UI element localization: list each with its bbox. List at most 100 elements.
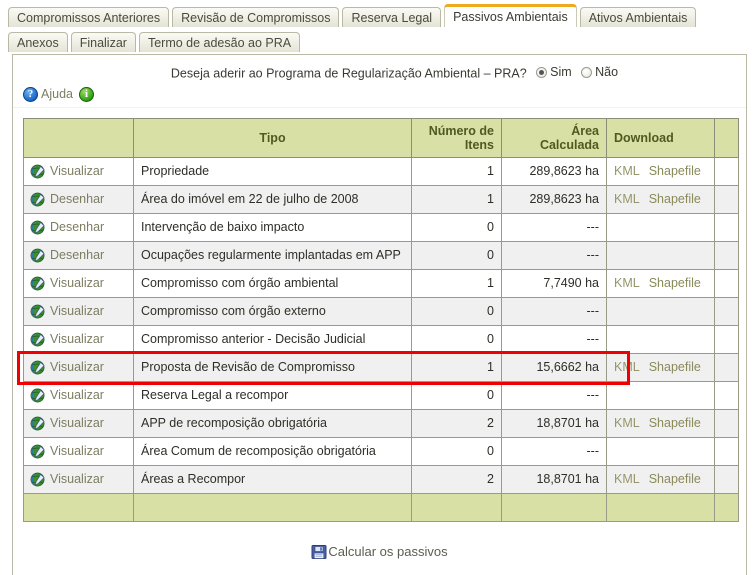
tab-label: Finalizar <box>79 36 127 50</box>
action-link[interactable]: Visualizar <box>50 332 104 346</box>
cell-tipo: Áreas a Recompor <box>133 464 412 494</box>
tab-finalizar[interactable]: Finalizar <box>70 32 136 52</box>
cell-spacer <box>714 464 739 494</box>
ajuda-link[interactable]: Ajuda <box>41 87 73 101</box>
tab-passivos-ambientais[interactable]: Passivos Ambientais <box>444 4 577 27</box>
action-link[interactable]: Visualizar <box>50 416 104 430</box>
shapefile-download-link[interactable]: Shapefile <box>649 276 701 290</box>
cell-area-calculada: --- <box>501 296 607 326</box>
cell-area-calculada: --- <box>501 324 607 354</box>
action-link[interactable]: Desenhar <box>50 248 104 262</box>
radio-nao-input[interactable] <box>581 66 593 78</box>
info-circle-icon[interactable]: i <box>78 86 94 102</box>
tab-revis-o-de-compromissos[interactable]: Revisão de Compromissos <box>172 7 340 27</box>
cell-action[interactable]: Visualizar <box>23 296 134 326</box>
cell-action[interactable]: Desenhar <box>23 240 134 270</box>
cell-area-calculada: 15,6662 ha <box>501 352 607 382</box>
header-tipo: Tipo <box>133 117 412 158</box>
passivos-ambientais-panel: Deseja aderir ao Programa de Regularizaç… <box>12 54 747 575</box>
shapefile-download-link[interactable]: Shapefile <box>649 416 701 430</box>
cell-action[interactable]: Desenhar <box>23 212 134 242</box>
kml-download-link[interactable]: KML <box>614 416 640 430</box>
radio-nao-label: Não <box>595 65 619 79</box>
cell-spacer <box>714 184 739 214</box>
tab-label: Passivos Ambientais <box>453 10 568 24</box>
shapefile-download-link[interactable]: Shapefile <box>649 164 701 178</box>
table-row: Visualizar Área Comum de recomposição obr… <box>23 436 739 466</box>
cell-action[interactable]: Visualizar <box>23 268 134 298</box>
action-link[interactable]: Visualizar <box>50 164 104 178</box>
table-row: Desenhar Ocupações regularmente implantad… <box>23 240 739 270</box>
cell-numero-itens: 0 <box>411 240 502 270</box>
tab-termo-de-ades-o-ao-pra[interactable]: Termo de adesão ao PRA <box>138 32 301 52</box>
table-footer-row <box>23 492 739 522</box>
action-link[interactable]: Visualizar <box>50 360 104 374</box>
action-link[interactable]: Visualizar <box>50 276 104 290</box>
shapefile-download-link[interactable]: Shapefile <box>649 360 701 374</box>
passivos-table: Tipo Número de Itens Área Calculada Down… <box>23 117 739 522</box>
kml-download-link[interactable]: KML <box>614 192 640 206</box>
shapefile-download-link[interactable]: Shapefile <box>649 192 701 206</box>
cell-tipo: Área do imóvel em 22 de julho de 2008 <box>133 184 412 214</box>
kml-download-link[interactable]: KML <box>614 164 640 178</box>
shapefile-download-link[interactable]: Shapefile <box>649 472 701 486</box>
tab-compromissos-anteriores[interactable]: Compromissos Anteriores <box>8 7 170 27</box>
kml-download-link[interactable]: KML <box>614 276 640 290</box>
cell-spacer <box>714 324 739 354</box>
cell-area-calculada: --- <box>501 212 607 242</box>
cell-download <box>606 436 715 466</box>
table-row: Visualizar Proposta de Revisão de Comprom… <box>23 352 739 382</box>
calcular-passivos-button[interactable]: Calcular os passivos <box>13 544 746 560</box>
table-row: Desenhar Intervenção de baixo impacto 0 --- <box>23 212 739 242</box>
cell-area-calculada: --- <box>501 436 607 466</box>
kml-download-link[interactable]: KML <box>614 360 640 374</box>
header-numero: Número de Itens <box>411 117 502 158</box>
action-link[interactable]: Visualizar <box>50 304 104 318</box>
question-circle-icon[interactable]: ? <box>23 86 38 102</box>
globe-map-icon <box>30 164 45 178</box>
cell-action[interactable]: Visualizar <box>23 436 134 466</box>
cell-action[interactable]: Visualizar <box>23 352 134 382</box>
tab-reserva-legal[interactable]: Reserva Legal <box>342 7 442 27</box>
cell-numero-itens: 0 <box>411 436 502 466</box>
action-link[interactable]: Visualizar <box>50 444 104 458</box>
footer-cell <box>714 492 739 522</box>
action-link[interactable]: Desenhar <box>50 192 104 206</box>
globe-map-icon <box>30 444 45 458</box>
action-link[interactable]: Visualizar <box>50 472 104 486</box>
header-spacer <box>714 117 739 158</box>
radio-option-sim[interactable]: Sim <box>536 65 572 79</box>
table-row: Visualizar APP de recomposição obrigatóri… <box>23 408 739 438</box>
cell-tipo: Compromisso anterior - Decisão Judicial <box>133 324 412 354</box>
cell-numero-itens: 0 <box>411 296 502 326</box>
radio-sim-input[interactable] <box>536 66 548 78</box>
cell-download <box>606 212 715 242</box>
cell-action[interactable]: Visualizar <box>23 464 134 494</box>
globe-map-icon <box>30 192 45 206</box>
cell-tipo: Proposta de Revisão de Compromisso <box>133 352 412 382</box>
tab-label: Ativos Ambientais <box>588 11 688 25</box>
cell-action[interactable]: Visualizar <box>23 324 134 354</box>
cell-action[interactable]: Visualizar <box>23 408 134 438</box>
action-link[interactable]: Visualizar <box>50 388 104 402</box>
cell-action[interactable]: Visualizar <box>23 380 134 410</box>
cell-numero-itens: 0 <box>411 380 502 410</box>
kml-download-link[interactable]: KML <box>614 472 640 486</box>
table-row: Visualizar Compromisso com órgão externo 0… <box>23 296 739 326</box>
tab-label: Reserva Legal <box>351 11 433 25</box>
globe-map-icon <box>30 220 45 234</box>
tab-ativos-ambientais[interactable]: Ativos Ambientais <box>579 7 697 27</box>
cell-spacer <box>714 212 739 242</box>
cell-tipo: Ocupações regularmente implantadas em AP… <box>133 240 412 270</box>
table-row: Visualizar Compromisso com órgão ambienta… <box>23 268 739 298</box>
cell-action[interactable]: Desenhar <box>23 184 134 214</box>
cell-numero-itens: 2 <box>411 464 502 494</box>
tab-anexos[interactable]: Anexos <box>8 32 68 52</box>
tab-row-primary: Compromissos Anteriores Revisão de Compro… <box>8 4 755 27</box>
radio-option-nao[interactable]: Não <box>581 65 618 79</box>
cell-action[interactable]: Visualizar <box>23 156 134 186</box>
table-row: Visualizar Compromisso anterior - Decisão… <box>23 324 739 354</box>
cell-download: KML Shapefile <box>606 408 715 438</box>
action-link[interactable]: Desenhar <box>50 220 104 234</box>
footer-cell <box>606 492 715 522</box>
